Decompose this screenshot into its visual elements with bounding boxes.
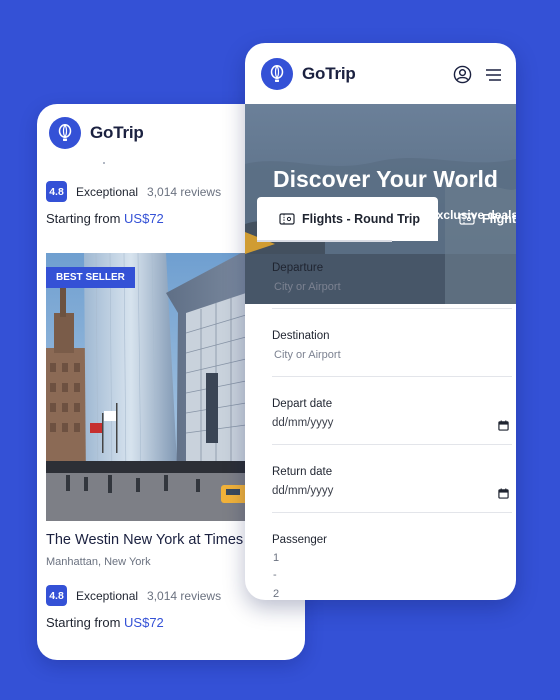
return-date-label: Return date	[272, 466, 333, 478]
header-actions	[453, 65, 502, 89]
passenger-option[interactable]: 1	[273, 552, 279, 564]
price-row: Starting from US$72	[46, 211, 164, 226]
departure-label: Departure	[272, 262, 324, 274]
rating-label: Exceptional	[76, 588, 139, 603]
tab-flights-round-trip[interactable]: Flights - Round Trip	[257, 197, 438, 242]
truncated-text-mark	[103, 162, 105, 164]
price-prefix: Starting from	[46, 211, 125, 226]
user-circle-icon[interactable]	[453, 65, 472, 89]
depart-date-input[interactable]: dd/mm/yyyy	[272, 417, 333, 429]
hotel-rating-row: 4.8 Exceptional 3,014 reviews	[46, 585, 221, 606]
destination-field[interactable]: Destination City or Airport	[272, 309, 512, 377]
tab-label: Flight	[482, 212, 516, 226]
price-prefix: Starting from	[46, 615, 125, 630]
ticket-icon	[279, 213, 295, 225]
passenger-option[interactable]: -	[273, 569, 277, 581]
departure-field[interactable]: Departure City or Airport	[272, 241, 512, 309]
hero-title: Discover Your World	[273, 166, 498, 192]
return-date-input[interactable]: dd/mm/yyyy	[272, 485, 333, 497]
booking-card: GoTrip Discover Your World Discover amaz…	[245, 43, 516, 600]
calendar-icon[interactable]	[498, 418, 509, 436]
balloon-logo-icon	[49, 117, 81, 149]
rating-score-badge: 4.8	[46, 585, 67, 606]
price-amount: US$72	[124, 211, 164, 226]
hotel-name[interactable]: The Westin New York at Times	[46, 532, 243, 548]
depart-date-field[interactable]: Depart date dd/mm/yyyy	[272, 377, 512, 445]
calendar-icon[interactable]	[498, 486, 509, 504]
rating-label: Exceptional	[76, 184, 139, 199]
price-amount: US$72	[124, 615, 164, 630]
rating-score-badge: 4.8	[46, 181, 67, 202]
brand[interactable]: GoTrip	[49, 117, 144, 149]
review-count: 3,014 reviews	[147, 184, 222, 199]
return-date-field[interactable]: Return date dd/mm/yyyy	[272, 445, 512, 513]
hotel-price-row: Starting from US$72	[46, 615, 164, 630]
depart-date-label: Depart date	[272, 398, 333, 410]
tab-flight[interactable]: Flight	[459, 197, 516, 241]
hamburger-menu-icon[interactable]	[484, 68, 502, 87]
best-seller-badge: BEST SELLER	[46, 267, 135, 288]
passenger-label: Passenger	[272, 534, 327, 546]
hotel-location: Manhattan, New York	[46, 556, 151, 568]
destination-input[interactable]: City or Airport	[274, 349, 341, 361]
rating-row: 4.8 Exceptional 3,014 reviews	[46, 181, 221, 202]
passenger-option[interactable]: 2	[273, 588, 279, 600]
passenger-field[interactable]: Passenger 1 - 2	[272, 513, 512, 600]
tab-label: Flights - Round Trip	[302, 212, 421, 226]
brand-name: GoTrip	[90, 123, 144, 142]
departure-input[interactable]: City or Airport	[274, 281, 341, 293]
balloon-logo-icon	[261, 58, 293, 90]
destination-label: Destination	[272, 330, 330, 342]
brand-name: GoTrip	[302, 64, 356, 83]
flight-search-form: Departure City or Airport Destination Ci…	[245, 241, 516, 600]
ticket-icon	[459, 213, 475, 225]
review-count: 3,014 reviews	[147, 588, 222, 603]
brand[interactable]: GoTrip	[261, 58, 356, 90]
